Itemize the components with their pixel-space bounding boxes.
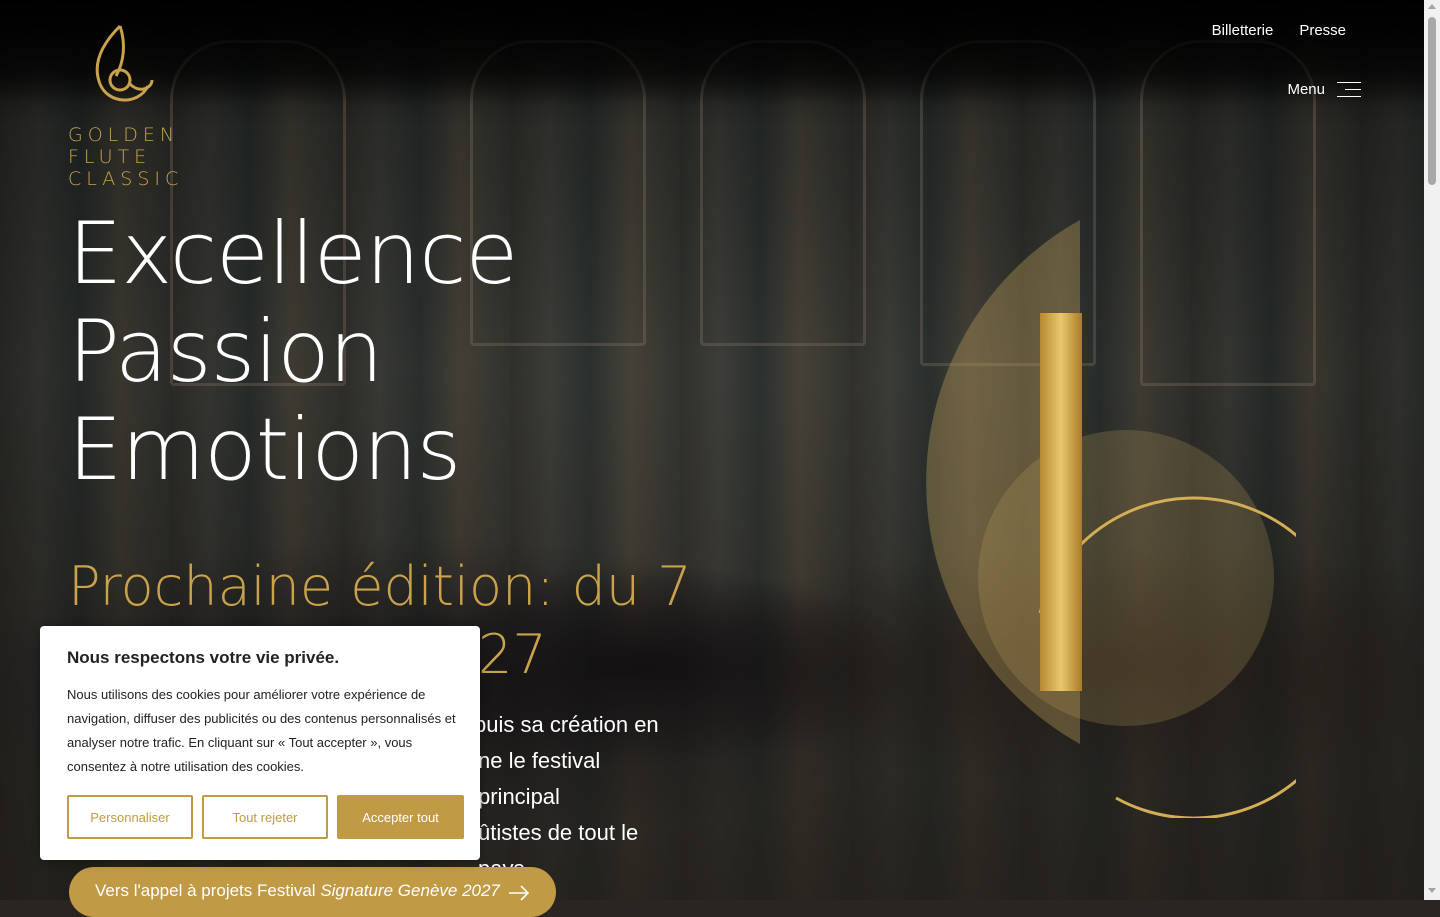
flute-logo-icon	[95, 24, 154, 102]
headline-line: Passion	[68, 302, 383, 402]
nav-link-presse[interactable]: Presse	[1299, 22, 1346, 39]
scroll-down-icon[interactable]	[1428, 888, 1436, 893]
cookie-title: Nous respectons votre vie privée.	[67, 648, 340, 667]
customize-button[interactable]: Personnaliser	[67, 795, 193, 839]
cta-italic-text: Signature Genève 2027	[320, 881, 500, 900]
cookie-actions: Personnaliser Tout rejeter Accepter tout	[67, 795, 464, 839]
nav-link-billetterie[interactable]: Billetterie	[1212, 22, 1274, 39]
arrow-right-icon	[508, 885, 530, 901]
menu-label: Menu	[1287, 80, 1325, 98]
header-shade	[0, 0, 1424, 105]
logo-line: GOLDEN	[68, 124, 180, 146]
logo-line: FLUTE	[68, 146, 152, 168]
site-logo[interactable]: GOLDEN FLUTE CLASSIC	[68, 24, 178, 190]
cta-label: Vers l'appel à projets Festival Signatur…	[95, 881, 500, 901]
edition-line: Prochaine édition: du 7	[68, 555, 692, 618]
page-scrollbar[interactable]	[1424, 0, 1440, 900]
logo-wordmark: GOLDEN FLUTE CLASSIC	[68, 124, 184, 190]
logo-line: CLASSIC	[68, 168, 184, 190]
scrollbar-thumb[interactable]	[1428, 17, 1436, 185]
golden-flute-emblem	[926, 220, 1296, 818]
scroll-up-icon[interactable]	[1428, 4, 1436, 9]
cta-text: Vers l'appel à projets Festival	[95, 881, 321, 900]
headline-line: Emotions	[68, 400, 461, 500]
reject-all-button[interactable]: Tout rejeter	[202, 795, 328, 839]
accept-all-button[interactable]: Accepter tout	[337, 795, 464, 839]
top-nav: Billetterie Presse	[1212, 22, 1346, 39]
cookie-body: Nous utilisons des cookies pour améliore…	[67, 687, 456, 774]
hero-headline: Excellence Passion Emotions	[68, 204, 518, 500]
hamburger-icon	[1337, 80, 1361, 98]
call-for-projects-button[interactable]: Vers l'appel à projets Festival Signatur…	[69, 867, 556, 917]
headline-line: Excellence	[68, 204, 518, 304]
cookie-consent-banner: Nous respectons votre vie privée. Nous u…	[40, 626, 480, 860]
menu-button[interactable]: Menu	[1287, 80, 1361, 98]
